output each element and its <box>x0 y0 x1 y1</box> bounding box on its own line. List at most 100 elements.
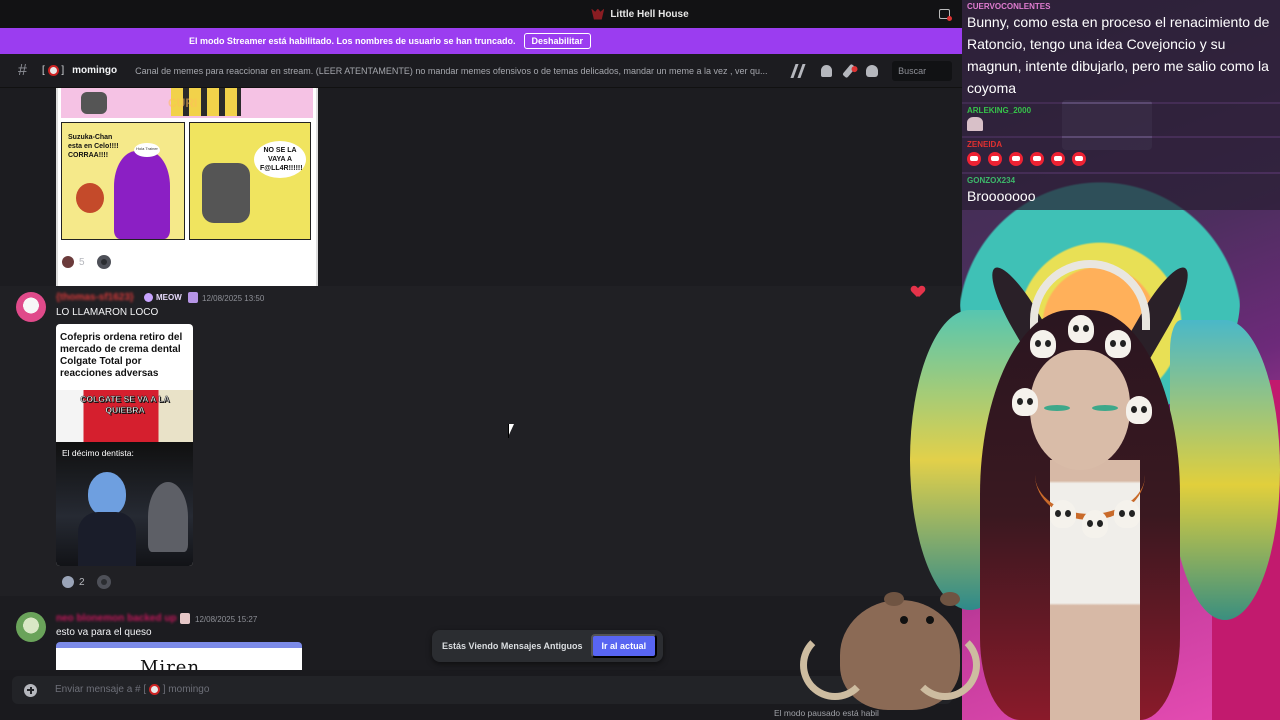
chat-text: Bunny, como esta en proceso el renacimie… <box>967 14 1270 96</box>
threads-icon[interactable] <box>790 63 810 78</box>
chat-message: ZENEIDA <box>962 138 1280 172</box>
plus-icon[interactable] <box>24 683 37 697</box>
reactions-row: 2 <box>56 574 111 590</box>
reaction-pill[interactable]: 2 <box>56 574 91 590</box>
search-input[interactable]: Buscar <box>892 60 953 81</box>
drawing-image[interactable]: Miren <box>56 642 302 670</box>
devil-emote-icon <box>1051 152 1065 166</box>
disable-streamer-button[interactable]: Deshabilitar <box>523 33 592 49</box>
guild-tag-badge[interactable]: MEOW <box>144 293 182 303</box>
reactions-row: 5 <box>56 254 111 270</box>
embed-image[interactable]: Cofepris ordena retiro del mercado de cr… <box>56 324 193 566</box>
channel-emoji: [ ] <box>42 64 65 77</box>
reaction-count: 2 <box>79 576 85 588</box>
creature-eye-right <box>926 616 934 624</box>
face-emoji-icon <box>47 64 59 76</box>
inbox-icon[interactable] <box>939 9 952 21</box>
skull-icon <box>1012 388 1038 416</box>
creature-ear-left <box>884 592 904 606</box>
drawing-text: Miren <box>140 657 201 670</box>
members-icon[interactable] <box>866 64 879 77</box>
add-reaction-icon[interactable] <box>96 575 111 589</box>
streamer-mode-text: El modo Streamer está habilitado. Los no… <box>188 36 516 46</box>
purple-silhouette <box>114 151 170 239</box>
old-messages-bar: Estás Viendo Mensajes Antiguos Ir al act… <box>432 630 664 662</box>
stream-chat-overlay: CUERVOCONLENTES Bunny, como esta en proc… <box>962 0 1280 212</box>
tusked-creature <box>800 590 980 720</box>
comic-bubble-mini: Hola Trainer <box>134 143 160 157</box>
comic-bubble-right: NO SE LA VAYA A F@LL4R!!!!!! <box>254 141 306 178</box>
emoji-icon <box>62 576 74 588</box>
composer-placeholder-text: Enviar mensaje a # <box>55 684 141 696</box>
composer-placeholder[interactable]: Enviar mensaje a # [ ] momingo <box>55 684 210 696</box>
skull-icon <box>1114 500 1140 528</box>
devil-emote-icon <box>1030 152 1044 166</box>
devil-emote-icon <box>1072 152 1086 166</box>
skull-icon <box>1105 330 1131 358</box>
chat-username: CUERVOCONLENTES <box>967 2 1051 11</box>
chat-username: ARLEKING_2000 <box>967 106 1032 115</box>
role-icon <box>180 613 190 624</box>
chat-username: GONZOX234 <box>967 176 1016 185</box>
creature-eye-left <box>900 616 908 624</box>
chat-message: CUERVOCONLENTES Bunny, como esta en proc… <box>962 0 1280 102</box>
mouse-cursor-icon <box>508 424 514 438</box>
comic-bubble-left: Suzuka-Chan esta en Celo!!!! CORRAA!!!! <box>68 134 119 159</box>
message-timestamp: 12/08/2025 15:27 <box>195 615 258 624</box>
drawing-canvas: Miren <box>56 648 302 670</box>
avatar[interactable] <box>16 612 46 642</box>
reaction-pill[interactable]: 5 <box>56 254 91 270</box>
message-username[interactable]: {thomas-sf1623} <box>56 292 134 303</box>
chat-message: GONZOX234 Brooooooo <box>962 174 1280 210</box>
composer-channel: momingo <box>168 684 210 696</box>
role-icon <box>188 292 198 303</box>
old-messages-text: Estás Viendo Mensajes Antiguos <box>442 641 583 651</box>
message-list[interactable]: CURI Suzuka-Chan esta en Celo!!!! CORRAA… <box>0 88 965 670</box>
telephone-drawing <box>202 163 250 223</box>
skull-icon <box>1082 510 1108 538</box>
comic-panel-right: NO SE LA VAYA A F@LL4R!!!!!! <box>189 122 311 240</box>
devil-emote-icon <box>1009 152 1023 166</box>
message-username[interactable]: neo blonemon backed up <box>56 613 177 624</box>
devil-emoji-icon <box>62 256 74 268</box>
channel-name: momingo <box>72 65 118 76</box>
hooded-figure <box>148 482 188 552</box>
comic-panel-left: Suzuka-Chan esta en Celo!!!! CORRAA!!!! … <box>61 122 185 240</box>
avatar[interactable] <box>16 292 46 322</box>
comic-watermark: CURI <box>168 96 198 110</box>
skull-icon <box>1050 500 1076 528</box>
creature-ear-right <box>940 592 960 606</box>
meme-caption: El décimo dentista: <box>62 448 134 458</box>
blue-head-character <box>88 472 126 516</box>
jump-to-present-button[interactable]: Ir al actual <box>590 634 658 658</box>
closed-eye-left <box>1044 405 1070 411</box>
creature-tusk-right <box>910 630 980 700</box>
devil-emote-icon <box>967 152 981 166</box>
message-text: esto va para el queso <box>56 627 152 638</box>
emote-row <box>967 149 1275 169</box>
add-reaction-icon[interactable] <box>96 255 111 269</box>
meme-panel: El décimo dentista: <box>56 442 193 566</box>
server-logo-icon <box>591 8 605 20</box>
bell-icon[interactable] <box>821 64 833 77</box>
embed-caption: COLGATE SE VA A LA QUIEBRA <box>80 394 170 415</box>
embed-headline: Cofepris ordena retiro del mercado de cr… <box>60 332 183 379</box>
dark-body <box>78 512 136 566</box>
creature-tusk-left <box>800 630 870 700</box>
pin-icon[interactable] <box>842 63 856 78</box>
closed-eye-right <box>1092 405 1118 411</box>
message-timestamp: 12/08/2025 13:50 <box>202 294 265 303</box>
channel-topic[interactable]: Canal de memes para reaccionar en stream… <box>135 66 775 76</box>
redhead-character <box>76 183 104 213</box>
hashtag-icon: # <box>18 61 27 79</box>
chat-text: Brooooooo <box>967 188 1036 204</box>
channel-header: # [ ] momingo Canal de memes para reacci… <box>0 54 965 88</box>
devil-emote-icon <box>988 152 1002 166</box>
reaction-count: 5 <box>79 256 85 268</box>
chat-message: ARLEKING_2000 <box>962 104 1280 136</box>
chat-username: ZENEIDA <box>967 140 1003 149</box>
window-title-text: Little Hell House <box>610 8 689 20</box>
screen: Little Hell House El modo Streamer está … <box>0 0 1280 720</box>
badge-label: MEOW <box>156 293 182 302</box>
header-toolbar <box>790 63 879 78</box>
